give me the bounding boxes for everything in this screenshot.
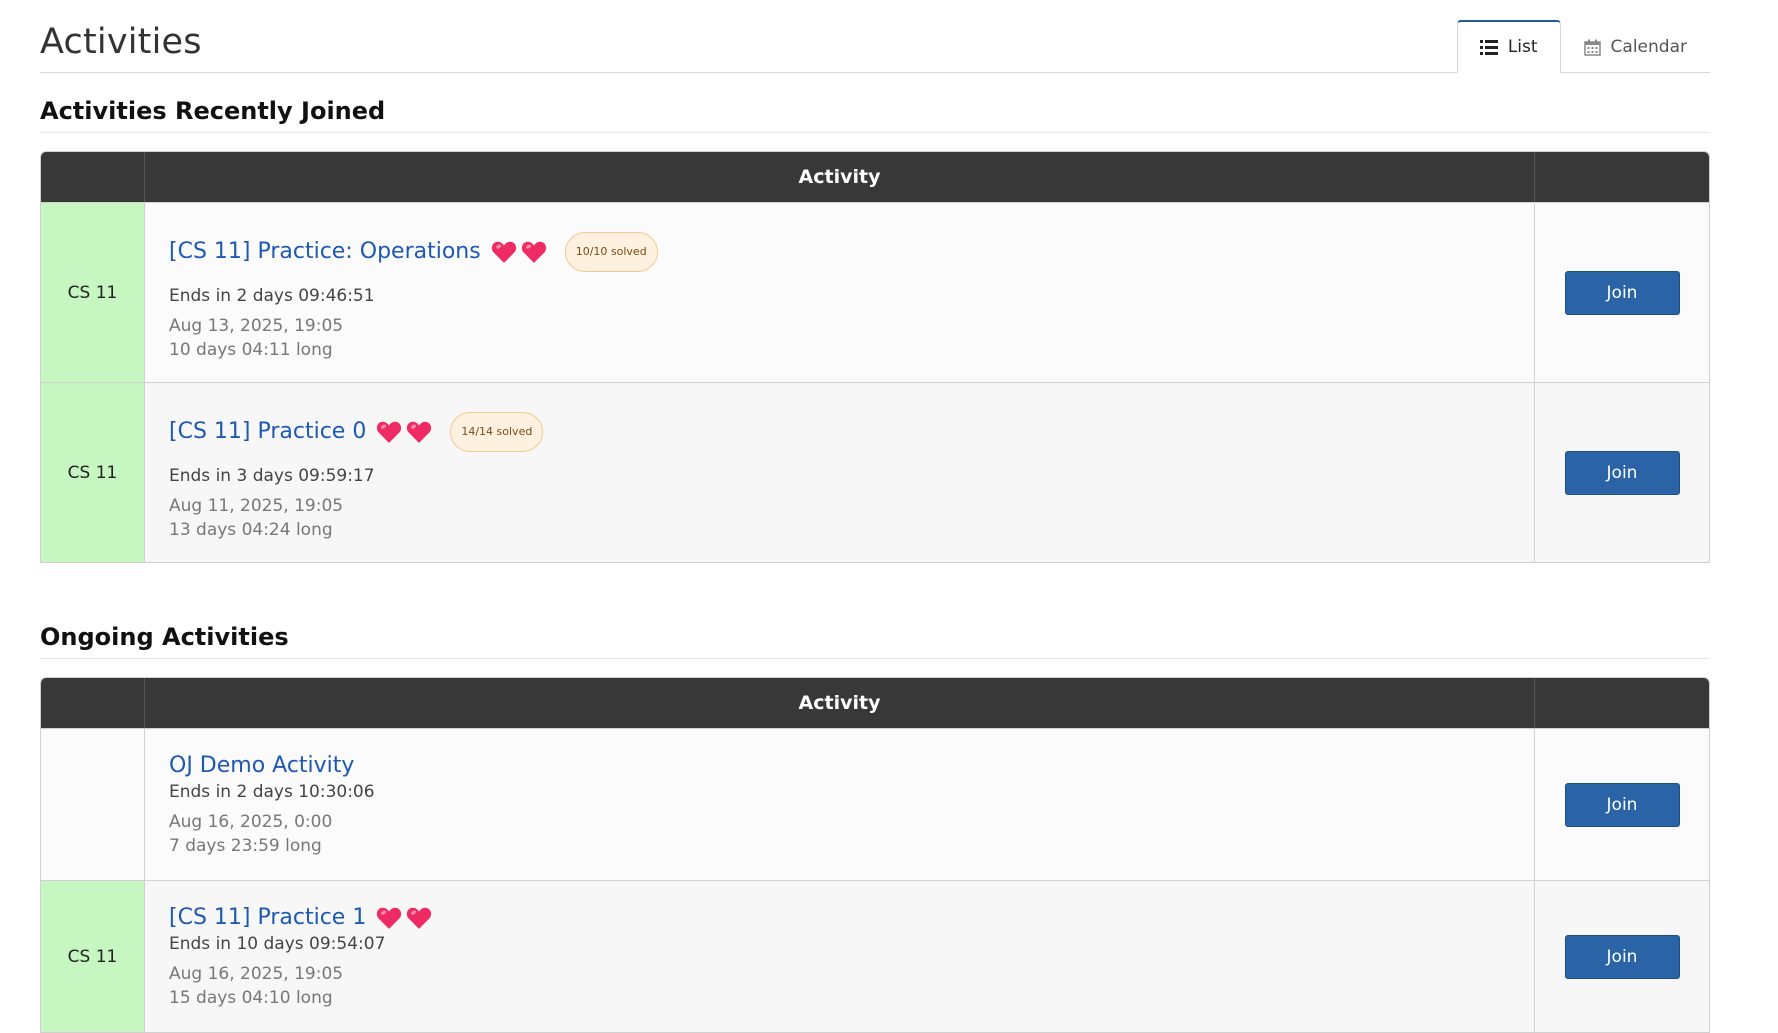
- ends-countdown: Ends in 2 days 10:30:06: [169, 782, 375, 802]
- tab-calendar-label: Calendar: [1610, 37, 1687, 57]
- action-cell: Join: [1534, 880, 1709, 1032]
- heart-icon: [521, 241, 546, 263]
- start-date: Aug 11, 2025, 19:05: [169, 495, 344, 516]
- duration: 13 days 04:24 long: [169, 519, 333, 540]
- table-row: OJ Demo Activity Ends in 2 days 10:30:06…: [41, 728, 1709, 880]
- solved-badge: 10/10 solved: [564, 231, 658, 272]
- table-row: CS 11 [CS 11] Practice 1 Ends in 10 days…: [41, 880, 1709, 1032]
- join-button[interactable]: Join: [1564, 450, 1680, 495]
- start-date: Aug 16, 2025, 0:00: [169, 812, 333, 832]
- hearts: [376, 420, 436, 444]
- heart-icon: [407, 907, 432, 929]
- join-button[interactable]: Join: [1564, 270, 1680, 315]
- course-cell: CS 11: [41, 202, 144, 382]
- activity-cell: OJ Demo Activity Ends in 2 days 10:30:06…: [144, 728, 1534, 880]
- recent-activities-table: Activity CS 11 [CS 11] Practice: Operati…: [40, 151, 1710, 563]
- start-date: Aug 16, 2025, 19:05: [169, 964, 344, 984]
- activity-cell: [CS 11] Practice: Operations 10/10 solve…: [144, 202, 1534, 382]
- activities-page: Activities List Calendar Activities Rece…: [40, 0, 1710, 1033]
- activity-link[interactable]: [CS 11] Practice: Operations: [169, 239, 481, 264]
- page-header: Activities List Calendar: [40, 0, 1710, 73]
- duration: 7 days 23:59 long: [169, 836, 322, 856]
- action-cell: Join: [1534, 728, 1709, 880]
- activity-link[interactable]: OJ Demo Activity: [169, 753, 354, 778]
- heart-icon: [491, 241, 516, 263]
- join-button[interactable]: Join: [1564, 934, 1680, 979]
- section-title-recent: Activities Recently Joined: [40, 73, 1710, 133]
- course-cell: CS 11: [41, 880, 144, 1032]
- list-icon: [1479, 39, 1498, 55]
- ends-countdown: Ends in 3 days 09:59:17: [169, 465, 375, 486]
- action-cell: Join: [1534, 382, 1709, 562]
- tab-list-label: List: [1507, 37, 1538, 57]
- ongoing-activities-table: Activity OJ Demo Activity Ends in 2 days…: [40, 677, 1710, 1033]
- course-cell: [41, 728, 144, 880]
- solved-badge: 14/14 solved: [450, 411, 544, 452]
- column-header-course: [41, 152, 144, 202]
- activity-link[interactable]: [CS 11] Practice 1: [169, 905, 366, 930]
- activity-link[interactable]: [CS 11] Practice 0: [169, 419, 366, 444]
- section-title-ongoing: Ongoing Activities: [40, 603, 1710, 659]
- column-header-course: [41, 678, 144, 728]
- table-row: CS 11 [CS 11] Practice: Operations 10/10…: [41, 202, 1709, 382]
- column-header-activity: Activity: [144, 152, 1534, 202]
- ends-countdown: Ends in 10 days 09:54:07: [169, 934, 386, 954]
- activity-cell: [CS 11] Practice 0 14/14 solved Ends in …: [144, 382, 1534, 562]
- table-row: CS 11 [CS 11] Practice 0 14/14 solved En…: [41, 382, 1709, 562]
- tab-calendar[interactable]: Calendar: [1561, 20, 1710, 73]
- heart-icon: [377, 907, 402, 929]
- tab-list[interactable]: List: [1456, 20, 1561, 73]
- duration: 15 days 04:10 long: [169, 988, 333, 1008]
- action-cell: Join: [1534, 202, 1709, 382]
- view-tabs: List Calendar: [1456, 20, 1710, 73]
- hearts: [491, 240, 551, 264]
- column-header-action: [1534, 678, 1709, 728]
- start-date: Aug 13, 2025, 19:05: [169, 315, 344, 336]
- course-cell: CS 11: [41, 382, 144, 562]
- activity-cell: [CS 11] Practice 1 Ends in 10 days 09:54…: [144, 880, 1534, 1032]
- calendar-icon: [1583, 39, 1601, 56]
- column-header-action: [1534, 152, 1709, 202]
- heart-icon: [377, 421, 402, 443]
- heart-icon: [407, 421, 432, 443]
- duration: 10 days 04:11 long: [169, 339, 333, 360]
- hearts: [376, 906, 436, 930]
- page-title: Activities: [40, 22, 202, 62]
- column-header-activity: Activity: [144, 678, 1534, 728]
- join-button[interactable]: Join: [1564, 782, 1680, 827]
- ends-countdown: Ends in 2 days 09:46:51: [169, 285, 375, 306]
